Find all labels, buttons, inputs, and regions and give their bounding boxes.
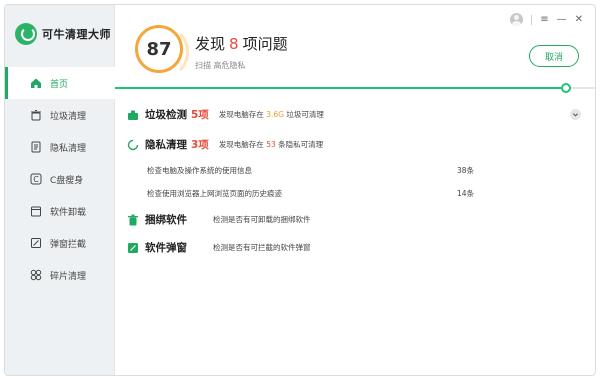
issue-count: 8	[229, 35, 239, 53]
privacy-icon	[30, 141, 42, 153]
privacy-sub-count: 38条	[457, 166, 475, 175]
trash-icon	[127, 214, 139, 226]
desc-text: 发现电脑存在	[218, 140, 264, 149]
scan-header: 87 发现 8 项问题 扫描 高危隐私 取消 ≡ — ✕	[115, 5, 595, 91]
health-score: 87	[146, 38, 172, 60]
sidebar-item-label: 软件卸载	[50, 207, 87, 218]
desc-text: 发现电脑存在	[218, 110, 264, 119]
loading-spinner-icon	[127, 139, 139, 151]
minimize-icon[interactable]: —	[557, 14, 567, 25]
sidebar-item-popup-block[interactable]: 弹窗拦截	[5, 227, 115, 259]
privacy-clean-desc: 发现电脑存在 53 条隐私可清理	[219, 139, 323, 150]
privacy-sub-item: 检查电脑及操作系统的使用信息 38条	[147, 165, 487, 176]
user-avatar-icon[interactable]	[510, 13, 524, 26]
sidebar-item-uninstall[interactable]: 软件卸载	[5, 195, 115, 227]
junk-detect-count: 5项	[191, 109, 209, 121]
title-prefix: 发现	[195, 35, 226, 53]
sidebar-item-label: 隐私清理	[50, 143, 87, 154]
sidebar-item-junk-clean[interactable]: 垃圾清理	[5, 99, 115, 131]
disk-c-icon: C	[30, 173, 42, 185]
expand-button[interactable]	[570, 109, 581, 120]
sidebar-item-label: 首页	[50, 79, 69, 90]
junk-detect-row[interactable]: 垃圾检测 5项 发现电脑存在 3.6G 垃圾可清理	[127, 107, 581, 122]
junk-size: 3.6G	[266, 110, 284, 119]
logo-icon	[15, 23, 37, 45]
app-name: 可牛清理大师	[42, 28, 111, 41]
privacy-sub-count: 14条	[457, 189, 475, 198]
bundle-software-row[interactable]: 捆绑软件 检测是否有可卸载的捆绑软件	[127, 212, 581, 227]
scan-progress-fill	[115, 87, 567, 89]
bundle-software-desc: 检测是否有可卸载的捆绑软件	[213, 215, 311, 224]
software-popup-row[interactable]: 软件弹窗 检测是否有可拦截的软件弹窗	[127, 240, 581, 255]
desc-text: 垃圾可清理	[286, 110, 324, 119]
privacy-count: 53	[266, 140, 276, 149]
scan-progress-bar	[115, 83, 595, 93]
junk-detect-title: 垃圾检测	[145, 109, 187, 121]
uninstall-icon	[30, 205, 42, 217]
fragment-icon	[30, 269, 42, 281]
svg-text:C: C	[33, 175, 39, 184]
privacy-clean-row[interactable]: 隐私清理 3项 发现电脑存在 53 条隐私可清理	[127, 137, 581, 152]
app-logo: 可牛清理大师	[15, 23, 111, 45]
sidebar: 可牛清理大师 首页 垃圾清理 隐私清理 C C盘瘦身 软件卸载 弹窗拦截 碎片清…	[5, 5, 115, 375]
privacy-sub-label: 检查电脑及操作系统的使用信息	[147, 166, 252, 175]
popup-window-icon	[127, 242, 139, 254]
bundle-software-title: 捆绑软件	[145, 214, 187, 226]
software-popup-title: 软件弹窗	[145, 242, 187, 254]
sidebar-item-fragment[interactable]: 碎片清理	[5, 259, 115, 291]
scan-progress-knob	[561, 83, 572, 93]
window-controls: ≡ — ✕	[510, 13, 583, 26]
sidebar-item-c-drive[interactable]: C C盘瘦身	[5, 163, 115, 195]
health-score-ring: 87	[135, 25, 189, 79]
scan-status: 扫描 高危隐私	[195, 61, 246, 70]
divider	[531, 14, 533, 25]
page-title: 发现 8 项问题	[195, 33, 288, 54]
privacy-clean-title: 隐私清理	[145, 139, 187, 151]
popup-block-icon	[30, 237, 42, 249]
close-icon[interactable]: ✕	[575, 14, 583, 25]
sidebar-item-label: 垃圾清理	[50, 111, 87, 122]
sidebar-item-label: 弹窗拦截	[50, 239, 87, 250]
privacy-sub-label: 检查使用浏览器上网浏览页面的历史痕迹	[147, 189, 282, 198]
software-popup-desc: 检测是否有可拦截的软件弹窗	[213, 243, 311, 252]
home-icon	[30, 77, 42, 89]
chevron-down-icon	[572, 113, 579, 117]
cancel-button[interactable]: 取消	[529, 45, 579, 67]
trash-clean-icon	[30, 109, 42, 121]
sidebar-nav: 首页 垃圾清理 隐私清理 C C盘瘦身 软件卸载 弹窗拦截 碎片清理	[5, 67, 115, 291]
privacy-sub-item: 检查使用浏览器上网浏览页面的历史痕迹 14条	[147, 188, 487, 199]
privacy-clean-count: 3项	[191, 139, 209, 151]
junk-detect-icon	[127, 109, 139, 121]
app-window: 可牛清理大师 首页 垃圾清理 隐私清理 C C盘瘦身 软件卸载 弹窗拦截 碎片清…	[4, 4, 596, 376]
title-suffix: 项问题	[242, 35, 288, 53]
sidebar-item-label: 碎片清理	[50, 271, 87, 282]
sidebar-item-label: C盘瘦身	[50, 175, 84, 186]
desc-text: 条隐私可清理	[278, 140, 324, 149]
sidebar-item-privacy-clean[interactable]: 隐私清理	[5, 131, 115, 163]
menu-icon[interactable]: ≡	[540, 14, 548, 25]
sidebar-item-home[interactable]: 首页	[5, 67, 115, 99]
junk-detect-desc: 发现电脑存在 3.6G 垃圾可清理	[219, 109, 324, 120]
